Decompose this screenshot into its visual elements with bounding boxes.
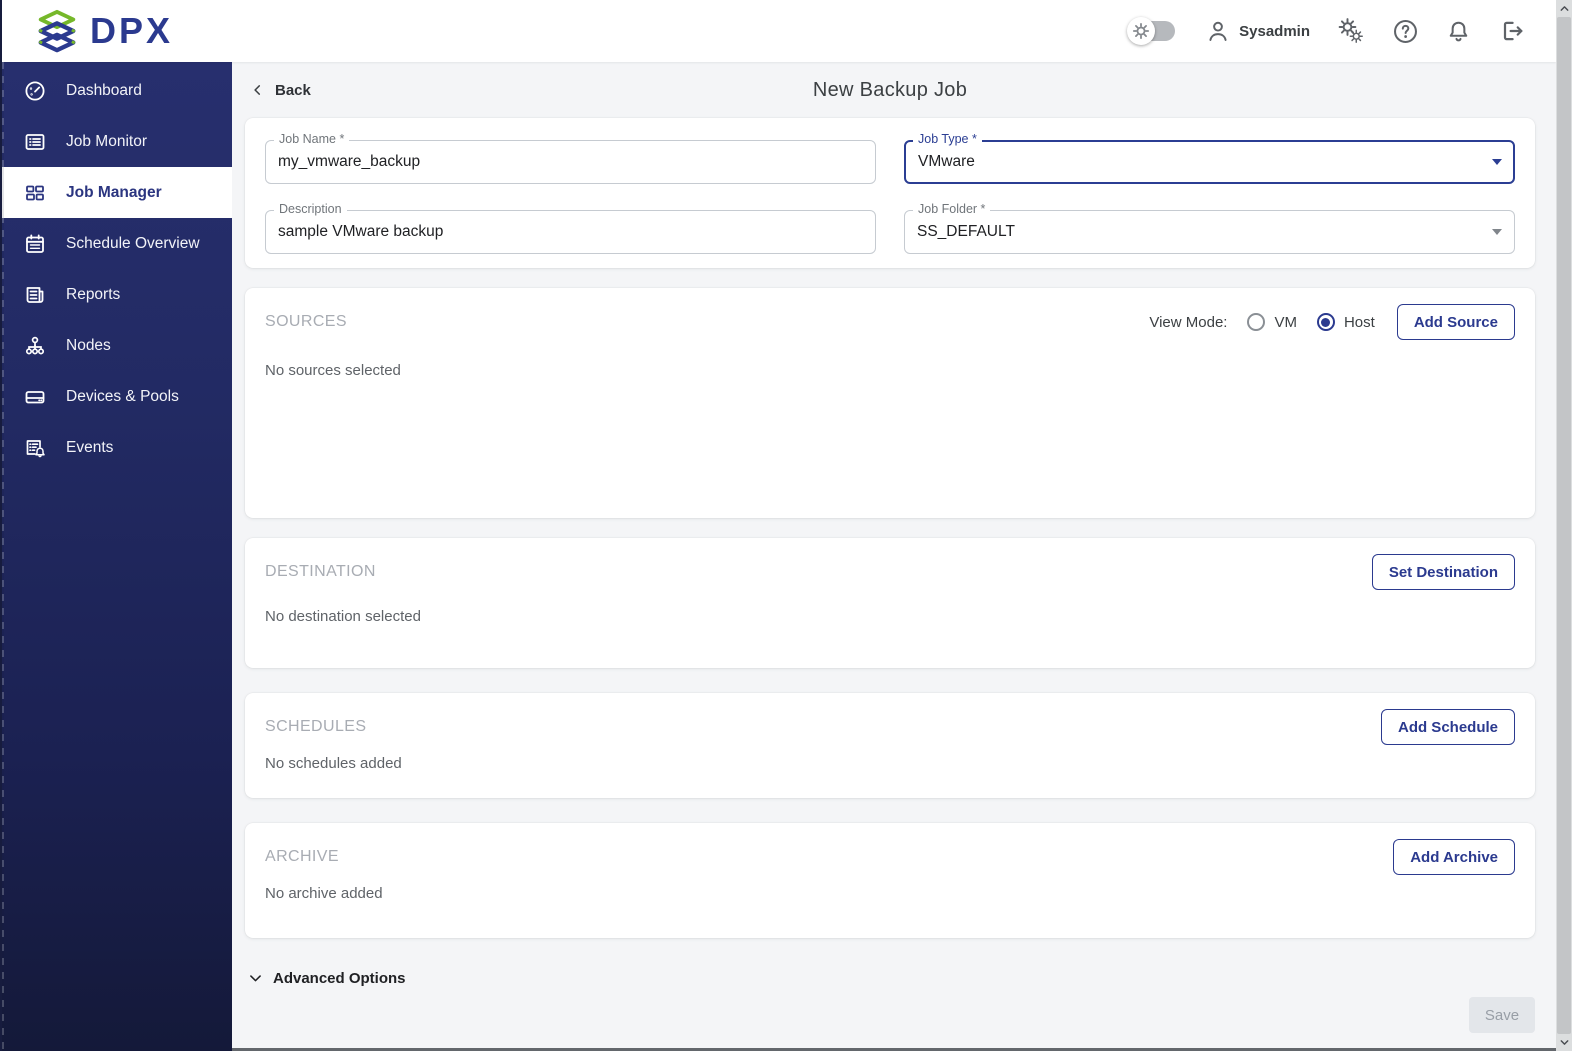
job-folder-value: SS_DEFAULT	[917, 223, 1015, 241]
sidebar-item-dashboard[interactable]: Dashboard	[0, 65, 232, 116]
archive-section: ARCHIVE Add Archive No archive added	[245, 823, 1535, 938]
sources-title: SOURCES	[265, 313, 347, 331]
user-menu[interactable]: Sysadmin	[1205, 18, 1310, 44]
sidebar-item-reports[interactable]: Reports	[0, 269, 232, 320]
view-mode-host-radio[interactable]: Host	[1317, 313, 1375, 331]
job-folder-label: Job Folder *	[913, 202, 990, 217]
sidebar-item-devices-pools[interactable]: Devices & Pools	[0, 371, 232, 422]
set-destination-button[interactable]: Set Destination	[1372, 554, 1515, 590]
main-content: Back New Backup Job Job Name * VMware Jo…	[232, 62, 1556, 1051]
description-label: Description	[274, 202, 347, 217]
nodes-icon	[23, 334, 47, 358]
archive-title: ARCHIVE	[265, 848, 339, 866]
help-icon[interactable]	[1392, 18, 1419, 45]
view-mode-vm-label: VM	[1274, 314, 1297, 331]
job-type-field-wrap: VMware Job Type *	[904, 140, 1515, 184]
sources-empty-text: No sources selected	[265, 362, 1515, 379]
job-monitor-icon	[23, 130, 47, 154]
sidebar-item-label: Schedule Overview	[66, 235, 200, 253]
sidebar-item-schedule-overview[interactable]: Schedule Overview	[0, 218, 232, 269]
reports-icon	[23, 283, 47, 307]
gear-toggle-icon	[1127, 17, 1155, 45]
view-mode-group: View Mode: VM Host	[1149, 313, 1374, 331]
sidebar-item-label: Job Monitor	[66, 133, 147, 151]
page-title: New Backup Job	[245, 79, 1535, 102]
job-name-label: Job Name *	[274, 132, 349, 147]
app-logo: DPX	[34, 8, 173, 54]
archive-empty-text: No archive added	[265, 885, 1515, 902]
job-name-input[interactable]	[265, 140, 876, 184]
events-icon	[23, 436, 47, 460]
radio-unchecked-icon	[1247, 313, 1265, 331]
job-type-value: VMware	[918, 153, 975, 171]
radio-checked-icon	[1317, 313, 1335, 331]
description-field-wrap: Description	[265, 210, 876, 254]
page-toolbar: Back New Backup Job	[245, 62, 1535, 118]
chevron-down-icon	[247, 970, 264, 987]
schedules-section: SCHEDULES Add Schedule No schedules adde…	[245, 693, 1535, 798]
schedules-empty-text: No schedules added	[265, 755, 1515, 772]
sidebar-item-label: Devices & Pools	[66, 388, 179, 406]
top-header: DPX Sysadmin	[0, 0, 1556, 62]
advanced-options-label: Advanced Options	[273, 970, 406, 987]
advanced-options-toggle[interactable]: Advanced Options	[245, 970, 1535, 987]
scroll-up-icon[interactable]	[1556, 0, 1572, 17]
logo-text: DPX	[90, 13, 173, 49]
view-mode-label: View Mode:	[1149, 314, 1227, 331]
sidebar-item-label: Dashboard	[66, 82, 142, 100]
job-type-select[interactable]: VMware	[904, 140, 1515, 184]
job-type-label: Job Type *	[913, 132, 982, 147]
job-folder-field-wrap: SS_DEFAULT Job Folder *	[904, 210, 1515, 254]
settings-gears-icon[interactable]	[1336, 16, 1366, 46]
view-mode-host-label: Host	[1344, 314, 1375, 331]
add-schedule-button[interactable]: Add Schedule	[1381, 709, 1515, 745]
schedules-title: SCHEDULES	[265, 718, 366, 736]
add-source-button[interactable]: Add Source	[1397, 304, 1515, 340]
calendar-icon	[23, 232, 47, 256]
job-folder-select[interactable]: SS_DEFAULT	[904, 210, 1515, 254]
sidebar-item-nodes[interactable]: Nodes	[0, 320, 232, 371]
vertical-scrollbar[interactable]	[1556, 0, 1572, 1051]
add-archive-button[interactable]: Add Archive	[1393, 839, 1515, 875]
notifications-bell-icon[interactable]	[1445, 18, 1472, 45]
sidebar-item-label: Job Manager	[66, 184, 162, 202]
logout-icon[interactable]	[1498, 17, 1526, 45]
job-name-field-wrap: Job Name *	[265, 140, 876, 184]
destination-section: DESTINATION Set Destination No destinati…	[245, 538, 1535, 668]
dashboard-icon	[23, 79, 47, 103]
chevron-down-icon	[1492, 229, 1502, 235]
devices-icon	[23, 385, 47, 409]
user-name: Sysadmin	[1239, 23, 1310, 40]
scrollbar-thumb[interactable]	[1557, 17, 1571, 1034]
view-mode-vm-radio[interactable]: VM	[1247, 313, 1297, 331]
user-icon	[1205, 18, 1231, 44]
destination-title: DESTINATION	[265, 563, 376, 581]
job-details-card: Job Name * VMware Job Type * Description…	[245, 118, 1535, 268]
sidebar-item-label: Reports	[66, 286, 120, 304]
sidebar-item-label: Nodes	[66, 337, 111, 355]
sidebar-item-label: Events	[66, 439, 113, 457]
sidebar-nav: Dashboard Job Monitor Job Manager	[0, 62, 232, 1051]
save-button[interactable]: Save	[1469, 997, 1535, 1033]
theme-gear-toggle[interactable]	[1133, 21, 1175, 41]
sidebar-item-job-monitor[interactable]: Job Monitor	[0, 116, 232, 167]
layers-logo-icon	[34, 8, 80, 54]
scroll-down-icon[interactable]	[1556, 1034, 1572, 1051]
description-input[interactable]	[265, 210, 876, 254]
job-manager-icon	[23, 181, 47, 205]
sources-section: SOURCES View Mode: VM Host Add Source	[245, 288, 1535, 518]
destination-empty-text: No destination selected	[265, 608, 1515, 625]
chevron-down-icon	[1492, 159, 1502, 165]
sidebar-item-events[interactable]: Events	[0, 422, 232, 473]
sidebar-item-job-manager[interactable]: Job Manager	[0, 167, 232, 218]
window-left-edge	[0, 0, 2, 1051]
